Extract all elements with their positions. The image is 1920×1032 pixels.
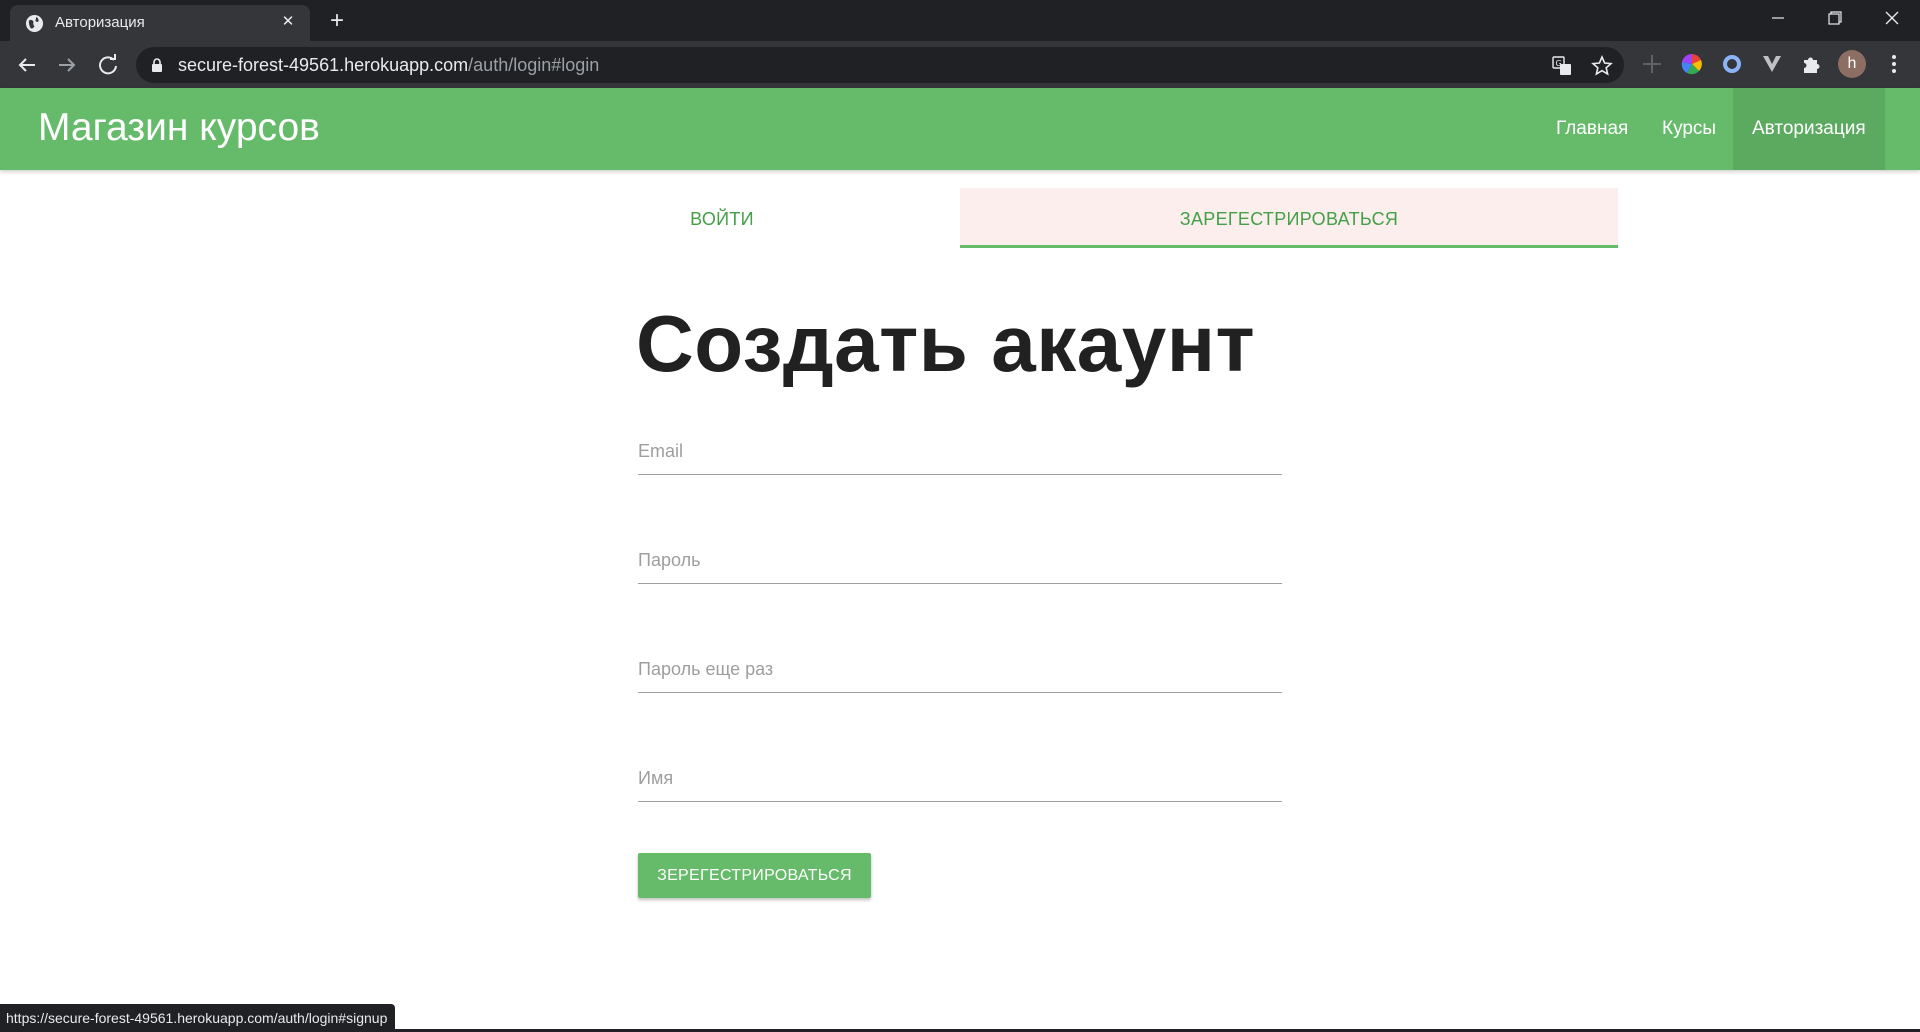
email-field-wrapper <box>638 425 1282 475</box>
address-bar[interactable]: secure-forest-49561.herokuapp.com/auth/l… <box>136 47 1624 83</box>
globe-icon <box>25 14 44 33</box>
tab-login[interactable]: Войти <box>484 188 960 248</box>
extension-ring-icon[interactable] <box>1720 52 1744 76</box>
restore-icon[interactable] <box>1814 6 1854 30</box>
name-field-wrapper <box>638 752 1282 802</box>
avatar-initial: h <box>1847 55 1857 72</box>
nav-item-auth[interactable]: Авторизация <box>1733 88 1885 170</box>
brand-logo-link[interactable]: Магазин курсов <box>38 106 320 150</box>
star-icon[interactable] <box>1591 55 1613 77</box>
browser-tab[interactable]: Авторизация ✕ <box>10 5 310 41</box>
browser-tabstrip: Авторизация ✕ + <box>0 0 1920 41</box>
app-header: Магазин курсов Главная Курсы Авторизация <box>0 88 1920 170</box>
new-tab-button[interactable]: + <box>324 8 350 34</box>
password-repeat-field[interactable] <box>638 652 1282 686</box>
translate-icon[interactable]: G <box>1551 55 1573 77</box>
extension-color-wheel-icon[interactable] <box>1680 52 1704 76</box>
browser-toolbar: secure-forest-49561.herokuapp.com/auth/l… <box>0 41 1920 88</box>
signup-submit-button[interactable]: Зерегестрироваться <box>638 853 871 898</box>
window-close-icon[interactable] <box>1872 6 1912 30</box>
password-repeat-field-wrapper <box>638 643 1282 693</box>
tab-title: Авторизация <box>55 14 145 31</box>
reload-icon[interactable] <box>94 51 122 79</box>
extension-v-icon[interactable] <box>1760 52 1784 76</box>
extension-crosshair-icon[interactable] <box>1640 52 1664 76</box>
lock-icon[interactable] <box>151 58 163 72</box>
url-host: secure-forest-49561.herokuapp.com <box>178 55 469 75</box>
form-title: Создать акаунт <box>636 299 1256 388</box>
auth-tabs: Войти Зарегестрироваться <box>484 188 1618 248</box>
forward-arrow-icon[interactable] <box>53 51 81 79</box>
email-field[interactable] <box>638 434 1282 468</box>
password-field[interactable] <box>638 543 1282 577</box>
url-path: /auth/login#login <box>468 55 600 75</box>
avatar[interactable]: h <box>1838 50 1866 78</box>
tab-close-icon[interactable]: ✕ <box>278 12 298 32</box>
kebab-menu-icon[interactable] <box>1882 52 1906 76</box>
url-text[interactable]: secure-forest-49561.herokuapp.com/auth/l… <box>178 55 599 76</box>
password-field-wrapper <box>638 534 1282 584</box>
tab-signup[interactable]: Зарегестрироваться <box>960 188 1618 248</box>
back-arrow-icon[interactable] <box>13 51 41 79</box>
nav-item-courses[interactable]: Курсы <box>1643 88 1735 170</box>
minimize-icon[interactable] <box>1758 6 1798 30</box>
link-status-bar: https://secure-forest-49561.herokuapp.co… <box>0 1004 396 1032</box>
svg-text:G: G <box>1556 59 1562 68</box>
nav-item-home[interactable]: Главная <box>1537 88 1647 170</box>
puzzle-icon[interactable] <box>1800 52 1824 76</box>
name-field[interactable] <box>638 761 1282 795</box>
